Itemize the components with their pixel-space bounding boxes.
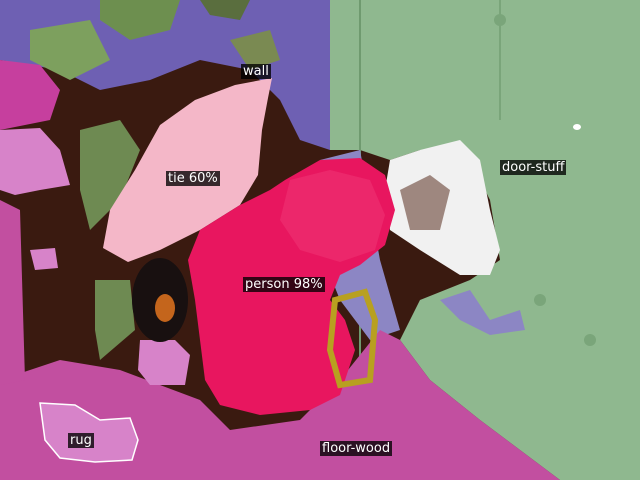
segment-label-floor-wood: floor-wood (320, 441, 393, 456)
segment-label-tie: tie 60% (166, 171, 220, 186)
segment-label-wall: wall (241, 64, 271, 79)
white-dot (573, 124, 581, 130)
segment-label-door-stuff: door-stuff (500, 160, 567, 175)
segmentation-image: wall tie 60% door-stuff person 98% rug f… (0, 0, 640, 480)
door-knob-shape-3 (584, 334, 596, 346)
segment-label-rug: rug (68, 433, 94, 448)
segment-label-person: person 98% (243, 277, 325, 292)
segmentation-canvas (0, 0, 640, 480)
wheel-hub (155, 294, 175, 322)
rug-small-patch (30, 248, 58, 270)
door-knob-shape (494, 14, 506, 26)
door-knob-shape-2 (534, 294, 546, 306)
